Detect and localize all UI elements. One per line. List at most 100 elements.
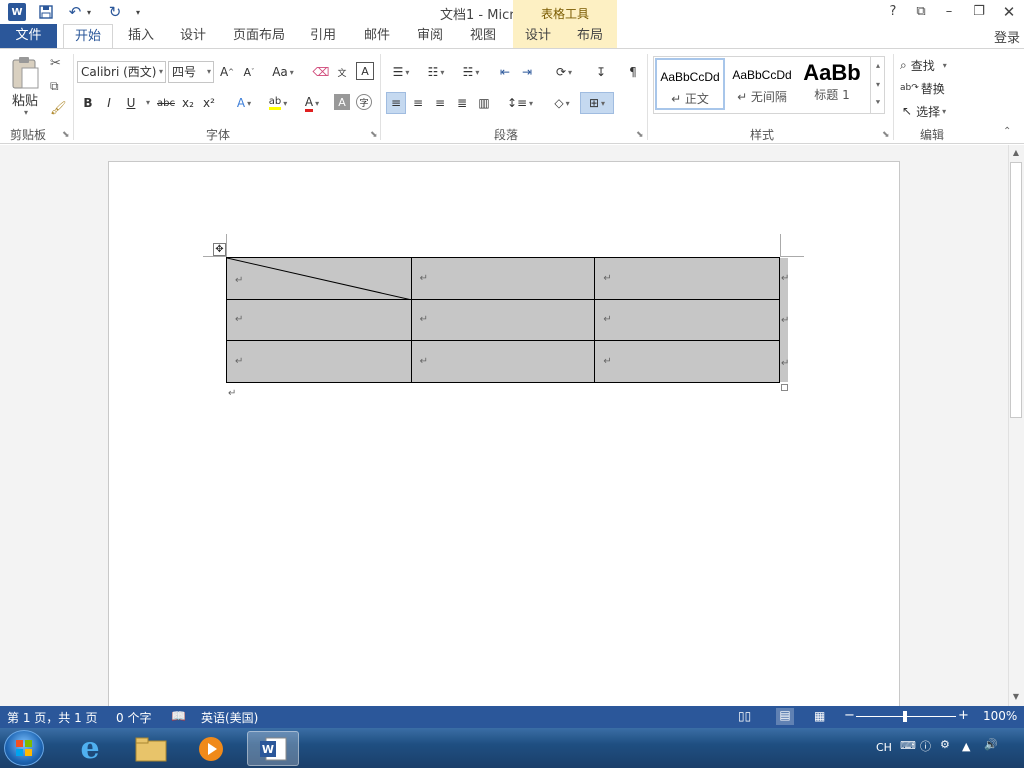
- tab-review[interactable]: 审阅: [409, 24, 451, 48]
- justify-icon[interactable]: ≣: [453, 92, 471, 114]
- align-center-icon[interactable]: ≡: [409, 92, 427, 114]
- bullets-icon[interactable]: ☰ ▾: [386, 61, 416, 83]
- tab-file[interactable]: 文件: [0, 24, 57, 48]
- table-move-handle-icon[interactable]: ✥: [213, 243, 226, 256]
- italic-button[interactable]: I: [101, 92, 117, 114]
- find-button[interactable]: ⌕ 查找 ▾: [900, 54, 964, 76]
- help-tray-icon[interactable]: ⓘ: [920, 738, 931, 754]
- ime-settings-icon[interactable]: ⚙: [940, 738, 950, 751]
- tab-table-design[interactable]: 设计: [517, 24, 559, 48]
- phonetic-guide-icon[interactable]: 文: [333, 61, 351, 83]
- word-count[interactable]: 0 个字: [116, 709, 151, 726]
- line-spacing-icon[interactable]: ↕≡ ▾: [505, 92, 535, 114]
- zoom-level[interactable]: 100%: [983, 709, 1017, 723]
- document-table[interactable]: ↵ ↵ ↵ ↵ ↵ ↵ ↵ ↵ ↵: [226, 257, 780, 383]
- restore-button[interactable]: ❐: [966, 2, 992, 22]
- underline-button[interactable]: U: [123, 92, 139, 114]
- tab-mailings[interactable]: 邮件: [356, 24, 398, 48]
- start-button[interactable]: [4, 730, 44, 766]
- font-color-icon[interactable]: A ▾: [298, 92, 326, 114]
- font-size-combo[interactable]: 四号 ▾: [168, 61, 214, 83]
- scroll-down-icon[interactable]: ▼: [1008, 689, 1024, 705]
- print-layout-icon[interactable]: ▤: [776, 708, 794, 725]
- zoom-out-button[interactable]: −: [844, 708, 855, 723]
- style-no-spacing[interactable]: AaBbCcDd ↵ 无间隔: [727, 58, 797, 110]
- copy-icon[interactable]: ⧉: [50, 79, 59, 94]
- superscript-button[interactable]: x²: [201, 92, 217, 114]
- table-cell[interactable]: ↵: [226, 340, 412, 383]
- table-cell-diagonal[interactable]: ↵: [226, 257, 412, 300]
- collapse-ribbon-icon[interactable]: ⌃: [1003, 126, 1011, 137]
- tab-references[interactable]: 引用: [302, 24, 344, 48]
- tab-view[interactable]: 视图: [462, 24, 504, 48]
- show-hidden-icons-icon[interactable]: ▲: [962, 740, 970, 753]
- distributed-icon[interactable]: ▥: [475, 92, 493, 114]
- change-case-button[interactable]: Aa ▾: [268, 61, 298, 83]
- highlight-color-icon[interactable]: ab ▾: [264, 92, 292, 114]
- paragraph-launcher-icon[interactable]: ⬊: [636, 130, 644, 140]
- underline-dropdown-icon[interactable]: ▾: [146, 98, 150, 107]
- text-effects-icon[interactable]: A ▾: [232, 92, 256, 114]
- style-normal[interactable]: AaBbCcDd ↵ 正文: [655, 58, 725, 110]
- tab-insert[interactable]: 插入: [120, 24, 162, 48]
- read-mode-icon[interactable]: ▯▯: [738, 709, 751, 723]
- clear-formatting-icon[interactable]: ⌫: [312, 61, 330, 83]
- align-left-icon[interactable]: ≡: [386, 92, 406, 114]
- file-explorer-icon[interactable]: [125, 731, 177, 766]
- tab-table-layout[interactable]: 布局: [569, 24, 611, 48]
- table-cell[interactable]: ↵: [594, 340, 780, 383]
- format-painter-icon[interactable]: 🖌: [50, 101, 67, 116]
- character-border-icon[interactable]: A: [356, 62, 374, 80]
- decrease-indent-icon[interactable]: ⇤: [496, 61, 514, 83]
- gallery-scrollbar[interactable]: ▴ ▾ ⯆: [870, 56, 885, 114]
- show-marks-icon[interactable]: ¶: [624, 61, 642, 83]
- tab-design[interactable]: 设计: [172, 24, 214, 48]
- zoom-slider-thumb[interactable]: [903, 711, 907, 722]
- input-language[interactable]: CH: [876, 741, 892, 754]
- close-button[interactable]: ✕: [996, 2, 1022, 22]
- font-launcher-icon[interactable]: ⬊: [370, 130, 378, 140]
- grow-font-icon[interactable]: A ^: [218, 61, 236, 83]
- table-cell[interactable]: ↵: [410, 298, 596, 342]
- enclose-characters-icon[interactable]: 字: [356, 94, 372, 110]
- paste-label[interactable]: 粘贴: [12, 90, 38, 109]
- table-cell[interactable]: ↵: [594, 298, 780, 342]
- gallery-more-icon[interactable]: ⯆: [871, 94, 885, 112]
- tab-page-layout[interactable]: 页面布局: [228, 24, 290, 48]
- subscript-button[interactable]: x₂: [180, 92, 196, 114]
- web-layout-icon[interactable]: ▦: [814, 709, 825, 723]
- scrollbar-thumb[interactable]: [1010, 162, 1022, 418]
- word-taskbar-icon[interactable]: W: [247, 731, 299, 766]
- table-cell[interactable]: ↵: [226, 298, 412, 342]
- signin-link[interactable]: 登录: [994, 27, 1020, 46]
- help-button[interactable]: ?: [880, 2, 906, 22]
- table-cell[interactable]: ↵: [410, 257, 596, 300]
- select-button[interactable]: ↖ 选择 ▾: [902, 100, 966, 122]
- cut-icon[interactable]: ✂: [50, 56, 61, 71]
- styles-launcher-icon[interactable]: ⬊: [882, 130, 890, 140]
- shrink-font-icon[interactable]: Aˇ: [240, 61, 258, 83]
- strikethrough-button[interactable]: abc: [155, 92, 177, 114]
- language-indicator[interactable]: 英语(美国): [201, 709, 258, 726]
- proofing-icon[interactable]: 📖: [171, 709, 186, 723]
- chinese-layout-icon[interactable]: ⟳ ▾: [550, 61, 578, 83]
- borders-icon[interactable]: ⊞ ▾: [580, 92, 614, 114]
- bold-button[interactable]: B: [80, 92, 96, 114]
- gallery-down-icon[interactable]: ▾: [871, 75, 885, 94]
- gallery-up-icon[interactable]: ▴: [871, 56, 885, 75]
- paste-icon[interactable]: [10, 56, 40, 92]
- keyboard-icon[interactable]: ⌨: [900, 739, 916, 752]
- table-cell[interactable]: ↵: [594, 257, 780, 300]
- character-shading-icon[interactable]: A: [334, 94, 350, 110]
- zoom-in-button[interactable]: +: [958, 708, 969, 723]
- multilevel-list-icon[interactable]: ☵ ▾: [455, 61, 487, 83]
- table-cell[interactable]: ↵: [410, 340, 596, 383]
- style-heading-1[interactable]: AaBb 标题 1: [799, 58, 865, 110]
- numbering-icon[interactable]: ☷ ▾: [420, 61, 452, 83]
- shading-icon[interactable]: ◇ ▾: [548, 92, 576, 114]
- align-right-icon[interactable]: ≡: [431, 92, 449, 114]
- ribbon-display-options-icon[interactable]: ⧉: [908, 2, 934, 22]
- tab-home[interactable]: 开始: [63, 24, 113, 48]
- volume-icon[interactable]: 🔊: [984, 738, 998, 751]
- table-resize-handle[interactable]: [781, 384, 788, 391]
